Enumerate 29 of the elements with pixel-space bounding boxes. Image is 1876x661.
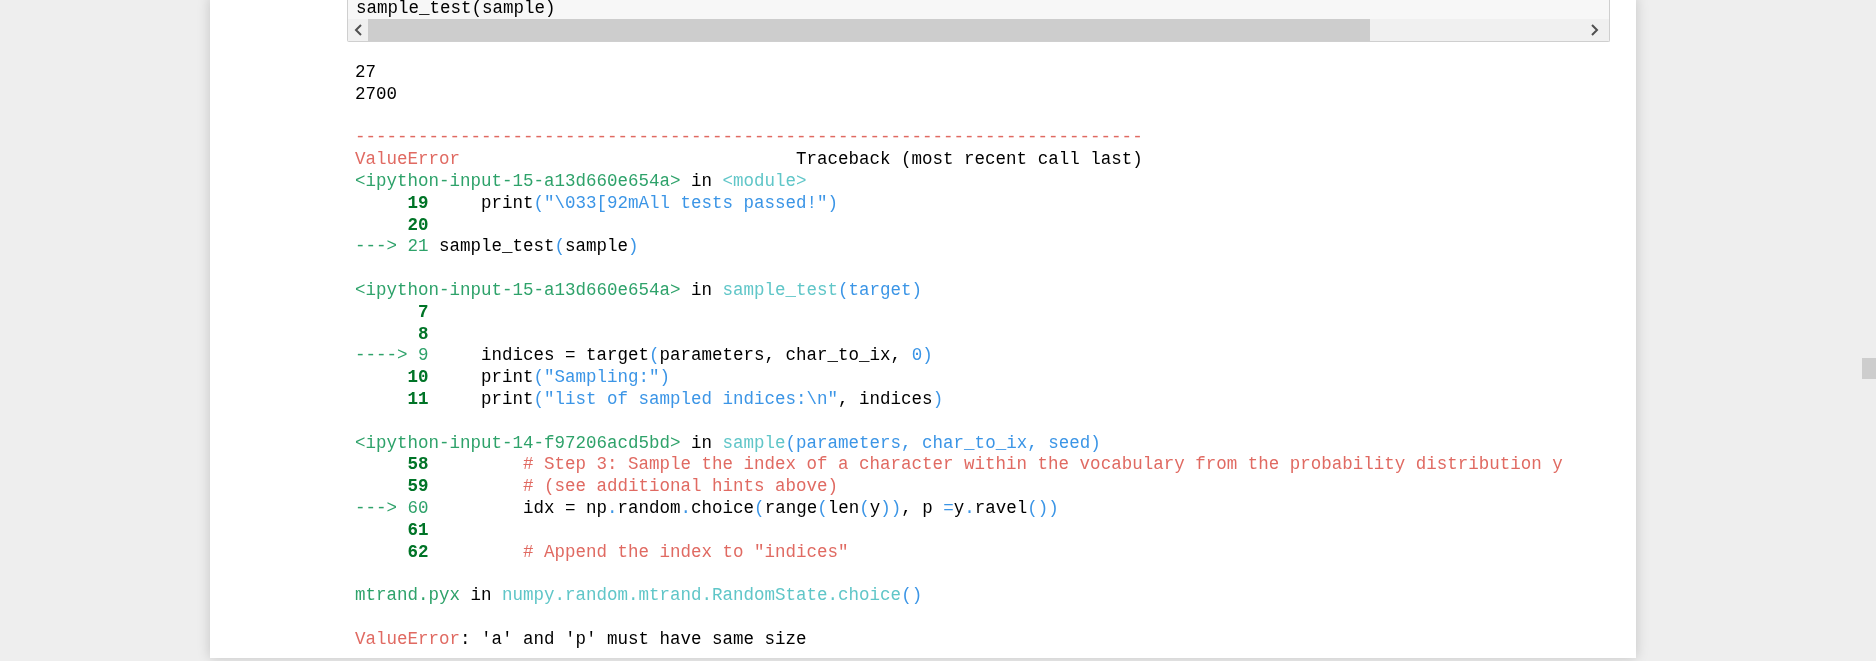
output-line: 8 xyxy=(417,323,429,346)
output-line: 58 # Step 3: Sample the index of a character within the vocabulary from the probability distribution y xyxy=(406,454,1563,477)
output-line: 19 print("\033[92mAll tests passed!") xyxy=(406,192,839,215)
scrollbar-thumb[interactable] xyxy=(368,19,1370,41)
output-line: ValueError Traceback (most recent call last) xyxy=(355,149,1143,171)
scroll-left-icon[interactable] xyxy=(354,24,362,36)
scroll-right-icon[interactable] xyxy=(1591,24,1599,36)
output-line: <ipython-input-14-f97206acd5bd> in sample(parameters, char_to_ix, seed) xyxy=(355,432,1101,455)
output-line: 2700 xyxy=(355,83,397,106)
output-line: 59 # (see additional hints above) xyxy=(406,476,839,498)
output-line: ---> 60 idx = np.random.choice(range(len(y)), p =y.ravel()) xyxy=(355,497,1059,520)
output-line: 62 # Append the index to "indices" xyxy=(406,541,849,564)
output-line: mtrand.pyx in numpy.random.mtrand.RandomState.choice() xyxy=(355,585,923,607)
output-line: 27 xyxy=(355,62,376,84)
output-line: <ipython-input-15-a13d660e654a> in sample_test(target) xyxy=(355,279,923,302)
output-line: --------------------------------------------------------------------------- xyxy=(355,127,1143,150)
page-scrollbar-thumb[interactable] xyxy=(1862,358,1876,379)
code-line: sample_test(sample) xyxy=(355,0,557,19)
output-line: 10 print("Sampling:") xyxy=(406,367,671,389)
horizontal-scrollbar[interactable] xyxy=(348,19,1609,41)
code-cell[interactable]: sample_test(sample) xyxy=(347,0,1610,42)
output-line: ---> 21 sample_test(sample) xyxy=(355,236,639,259)
output-line: <ipython-input-15-a13d660e654a> in <module> xyxy=(355,171,807,193)
output-line: 7 xyxy=(417,301,429,324)
output-line: ----> 9 indices = target(parameters, char_to_ix, 0) xyxy=(355,345,933,368)
output-line: 11 print("list of sampled indices:\n", indices) xyxy=(406,388,944,411)
output-line: 61 xyxy=(406,519,429,542)
output-line: ValueError: 'a' and 'p' must have same size xyxy=(355,628,807,651)
output-line: 20 xyxy=(406,214,429,237)
